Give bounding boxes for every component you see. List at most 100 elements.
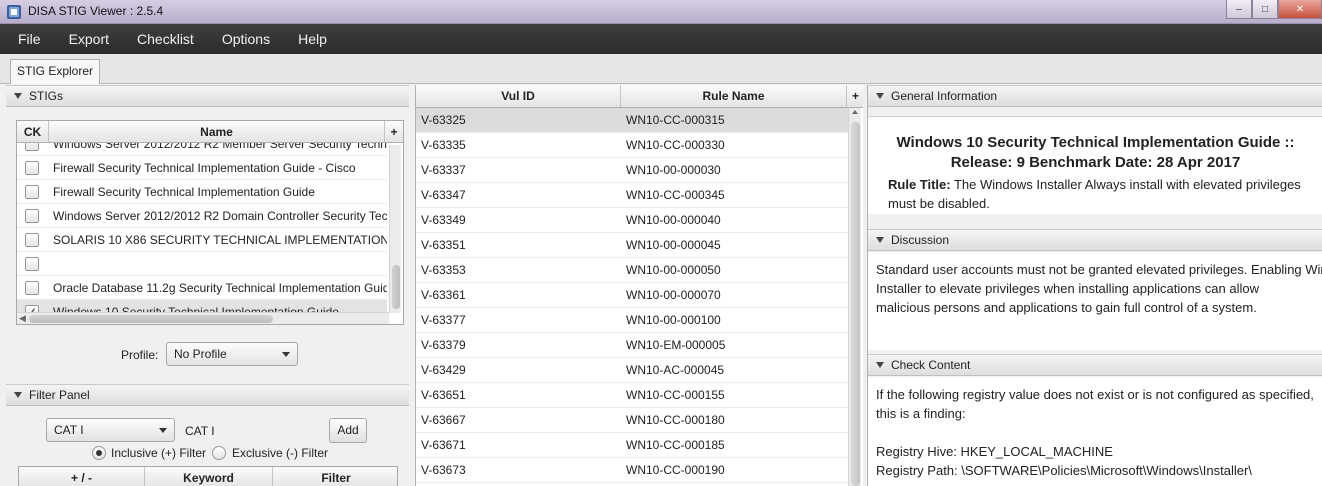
stig-checkbox[interactable] xyxy=(25,257,39,271)
stig-checkbox[interactable] xyxy=(25,185,39,199)
category-select[interactable]: CAT I xyxy=(46,418,175,442)
vuln-row[interactable]: V-63651 WN10-CC-000155 xyxy=(416,383,848,408)
col-ck[interactable]: CK xyxy=(17,121,49,143)
stig-checkbox[interactable] xyxy=(25,209,39,223)
tab-stig-explorer[interactable]: STIG Explorer xyxy=(10,59,101,84)
stig-checkbox[interactable] xyxy=(25,161,39,175)
discussion-header[interactable]: Discussion xyxy=(868,229,1322,251)
vuln-row[interactable]: V-63379 WN10-EM-000005 xyxy=(416,333,848,358)
maximize-button[interactable]: □ xyxy=(1252,0,1278,19)
menu-file[interactable]: File xyxy=(14,29,45,49)
exclusive-radio[interactable] xyxy=(212,446,226,460)
rule-name-cell: WN10-CC-000180 xyxy=(626,413,725,427)
stigs-panel-header[interactable]: STIGs xyxy=(6,85,409,107)
discussion-line: Standard user accounts must not be grant… xyxy=(876,262,1322,277)
col-vul-id[interactable]: Vul ID xyxy=(416,85,621,107)
collapse-triangle-icon xyxy=(876,237,884,243)
menu-bar: File Export Checklist Options Help xyxy=(0,24,1322,54)
filter-panel-header[interactable]: Filter Panel xyxy=(6,384,409,406)
rule-name-cell: WN10-CC-000315 xyxy=(626,113,725,127)
stig-checkbox[interactable] xyxy=(25,143,39,151)
rule-name-cell: WN10-CC-000345 xyxy=(626,188,725,202)
stig-row[interactable]: Firewall Security Technical Implementati… xyxy=(17,180,387,204)
menu-checklist[interactable]: Checklist xyxy=(133,29,198,49)
filter-table-header: + / - Keyword Filter xyxy=(18,466,398,486)
vuln-row[interactable]: V-63351 WN10-00-000045 xyxy=(416,233,848,258)
menu-export[interactable]: Export xyxy=(65,29,113,49)
col-rule-name[interactable]: Rule Name xyxy=(621,85,847,107)
inclusive-radio[interactable] xyxy=(92,446,106,460)
col-plus-minus[interactable]: + / - xyxy=(19,467,145,486)
rule-title: Rule Title: The Windows Installer Always… xyxy=(868,173,1322,213)
stig-row[interactable]: SOLARIS 10 X86 SECURITY TECHNICAL IMPLEM… xyxy=(17,228,387,252)
general-info-header[interactable]: General Information xyxy=(868,85,1322,107)
vuln-vertical-scrollbar[interactable] xyxy=(848,108,861,486)
category-text: CAT I xyxy=(185,424,215,438)
rule-name-cell: WN10-00-000040 xyxy=(626,213,721,227)
vuln-row[interactable]: V-63353 WN10-00-000050 xyxy=(416,258,848,283)
stigs-header-label: STIGs xyxy=(29,89,64,103)
stig-name: Oracle Database 11.2g Security Technical… xyxy=(53,281,387,295)
vuln-row[interactable]: V-63667 WN10-CC-000180 xyxy=(416,408,848,433)
col-name[interactable]: Name xyxy=(49,121,385,143)
vul-id-cell: V-63349 xyxy=(421,213,466,227)
rule-title-label: Rule Title: xyxy=(888,177,951,192)
add-column-button[interactable]: + xyxy=(847,85,864,107)
stig-row[interactable] xyxy=(17,252,387,276)
vul-id-cell: V-63335 xyxy=(421,138,466,152)
vuln-row[interactable]: V-63325 WN10-CC-000315 xyxy=(416,108,848,133)
vuln-row[interactable]: V-63361 WN10-00-000070 xyxy=(416,283,848,308)
scrollbar-thumb[interactable] xyxy=(29,315,273,323)
general-info-header-label: General Information xyxy=(891,89,998,103)
category-value: CAT I xyxy=(54,423,84,437)
collapse-triangle-icon xyxy=(876,93,884,99)
stig-row[interactable]: Firewall Security Technical Implementati… xyxy=(17,156,387,180)
vul-id-cell: V-63337 xyxy=(421,163,466,177)
stig-row[interactable]: Windows Server 2012/2012 R2 Member Serve… xyxy=(17,143,387,156)
rule-name-cell: WN10-00-000050 xyxy=(626,263,721,277)
scrollbar-thumb[interactable] xyxy=(851,122,860,486)
vuln-row[interactable]: V-63673 WN10-CC-000190 xyxy=(416,458,848,483)
discussion-header-label: Discussion xyxy=(891,233,950,247)
profile-select[interactable]: No Profile xyxy=(166,342,298,366)
filter-header-label: Filter Panel xyxy=(29,388,90,402)
vuln-row[interactable]: V-63429 WN10-AC-000045 xyxy=(416,358,848,383)
scroll-left-arrow-icon[interactable]: ◀ xyxy=(19,313,26,324)
vuln-row[interactable]: V-63671 WN10-CC-000185 xyxy=(416,433,848,458)
menu-options[interactable]: Options xyxy=(218,29,274,49)
exclusive-label: Exclusive (-) Filter xyxy=(232,446,329,460)
scroll-up-arrow-icon[interactable] xyxy=(852,110,858,114)
check-content-header[interactable]: Check Content xyxy=(868,354,1322,376)
stigs-vertical-scrollbar[interactable] xyxy=(389,145,401,313)
stig-checkbox[interactable] xyxy=(25,233,39,247)
scrollbar-thumb[interactable] xyxy=(392,265,400,309)
stig-row[interactable]: Windows Server 2012/2012 R2 Domain Contr… xyxy=(17,204,387,228)
vuln-row[interactable]: V-63337 WN10-00-000030 xyxy=(416,158,848,183)
add-filter-button[interactable]: Add xyxy=(329,418,367,443)
vuln-row[interactable]: V-63377 WN10-00-000100 xyxy=(416,308,848,333)
vul-id-cell: V-63651 xyxy=(421,388,466,402)
vul-id-cell: V-63379 xyxy=(421,338,466,352)
stig-title-line-2: Release: 9 Benchmark Date: 28 Apr 2017 xyxy=(950,154,1241,171)
menu-help[interactable]: Help xyxy=(294,29,331,49)
stig-name: SOLARIS 10 X86 SECURITY TECHNICAL IMPLEM… xyxy=(53,233,387,247)
discussion-line: Installer to elevate privileges when ins… xyxy=(876,281,1259,296)
stigs-horizontal-scrollbar[interactable]: ◀ xyxy=(17,312,389,324)
stigs-rows: Windows Server 2012/2012 R2 Member Serve… xyxy=(17,143,387,313)
check-content: If the following registry value does not… xyxy=(868,377,1322,486)
vuln-row[interactable]: V-63349 WN10-00-000040 xyxy=(416,208,848,233)
chevron-down-icon xyxy=(159,428,167,433)
col-keyword[interactable]: Keyword xyxy=(145,467,273,486)
close-button[interactable]: ✕ xyxy=(1278,0,1322,19)
add-column-button[interactable]: + xyxy=(385,121,403,143)
profile-value: No Profile xyxy=(174,347,227,361)
minimize-button[interactable]: – xyxy=(1226,0,1252,19)
rule-name-cell: WN10-AC-000045 xyxy=(626,363,725,377)
vuln-row[interactable]: V-63335 WN10-CC-000330 xyxy=(416,133,848,158)
vul-id-cell: V-63673 xyxy=(421,463,466,477)
col-filter[interactable]: Filter xyxy=(273,467,399,486)
discussion-text: Standard user accounts must not be grant… xyxy=(868,252,1322,317)
vuln-row[interactable]: V-63347 WN10-CC-000345 xyxy=(416,183,848,208)
stig-checkbox[interactable] xyxy=(25,281,39,295)
stig-row[interactable]: Oracle Database 11.2g Security Technical… xyxy=(17,276,387,300)
